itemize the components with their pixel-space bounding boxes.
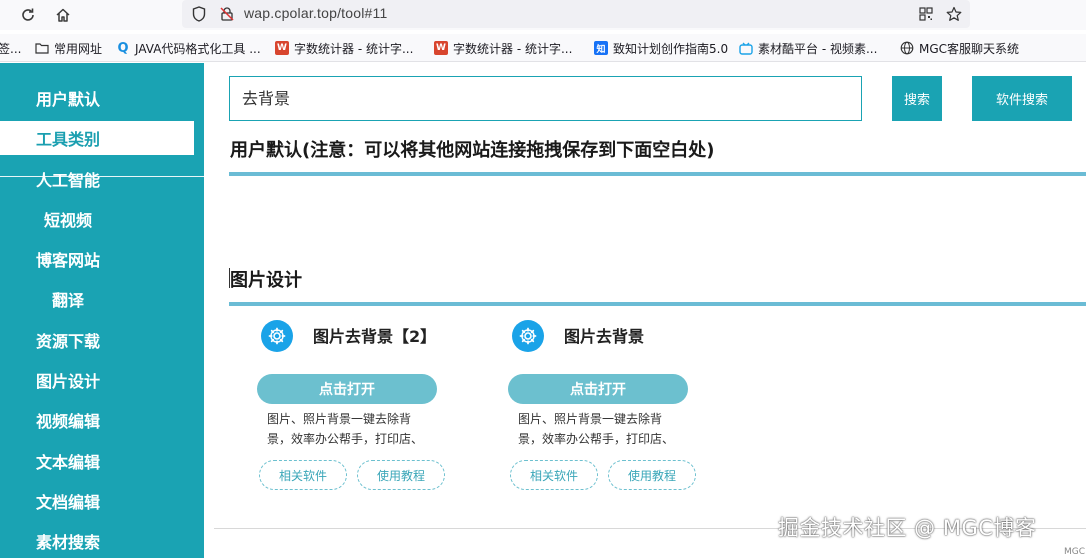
corner-text: MGC — [1064, 547, 1086, 557]
star-icon[interactable] — [945, 5, 963, 23]
sidebar-item-resource-download[interactable]: 资源下载 — [36, 323, 100, 357]
sidebar-item-tool-category[interactable]: 工具类别 — [0, 121, 194, 155]
sidebar-item-user-default[interactable]: 用户默认 — [36, 81, 100, 115]
sidebar-item-ai[interactable]: 人工智能 — [36, 162, 100, 196]
section-divider — [229, 302, 1086, 306]
bookmark-folder[interactable]: 常用网址 — [35, 39, 102, 57]
bookmark-item[interactable]: W 字数统计器 - 统计字... — [434, 39, 572, 57]
card-description: 图片、照片背景一键去除背 景，效率办公帮手，打印店、 — [518, 412, 675, 446]
image-design-section-title: 图片设计 — [230, 270, 302, 291]
bookmarks-bar: 签... 常用网址 Q JAVA代码格式化工具 ... W 字数统计器 - 统计… — [0, 34, 1086, 62]
tv-icon — [739, 41, 753, 55]
card-title[interactable]: 图片去背景【2】 — [313, 323, 436, 347]
open-button[interactable]: 点击打开 — [508, 374, 688, 404]
sidebar-item-material-search[interactable]: 素材搜索 — [36, 524, 100, 558]
shield-icon[interactable] — [190, 5, 208, 23]
globe-icon — [900, 41, 914, 55]
zhihu-logo-icon: 知 — [594, 41, 608, 55]
sidebar: 用户默认 工具类别 人工智能 短视频 博客网站 翻译 资源下载 图片设计 视频编… — [0, 63, 204, 558]
bookmark-item[interactable]: 素材酷平台 - 视频素... — [739, 39, 877, 57]
folder-icon — [35, 41, 49, 55]
section-divider — [229, 172, 1086, 176]
bookmark-item[interactable]: Q JAVA代码格式化工具 ... — [116, 39, 260, 57]
q-logo-icon: Q — [117, 40, 129, 56]
reload-icon[interactable] — [16, 3, 40, 27]
url-text[interactable]: wap.cpolar.top/tool#11 — [244, 5, 387, 21]
related-software-button[interactable]: 相关软件 — [259, 460, 347, 490]
software-search-button[interactable]: 软件搜索 — [972, 76, 1072, 121]
gear-icon — [261, 320, 293, 352]
bookmark-item[interactable]: 知 致知计划创作指南5.0 — [594, 39, 728, 57]
gear-icon — [512, 320, 544, 352]
card-description: 图片、照片背景一键去除背 景，效率办公帮手，打印店、 — [267, 412, 424, 446]
search-button[interactable]: 搜索 — [892, 76, 942, 121]
qr-code-icon[interactable] — [917, 5, 935, 23]
sidebar-item-blog[interactable]: 博客网站 — [36, 242, 100, 276]
tracking-icon[interactable] — [218, 5, 236, 23]
card-title[interactable]: 图片去背景 — [564, 323, 644, 347]
tutorial-button[interactable]: 使用教程 — [357, 460, 445, 490]
sidebar-item-video-edit[interactable]: 视频编辑 — [36, 403, 100, 437]
bookmark-item[interactable]: MGC客服聊天系统 — [900, 39, 1019, 57]
watermark: 掘金技术社区 @ MGC博客 — [778, 516, 1037, 540]
bookmark-item[interactable]: W 字数统计器 - 统计字... — [275, 39, 413, 57]
w-logo-icon: W — [434, 41, 448, 55]
address-bar[interactable]: wap.cpolar.top/tool#11 — [182, 0, 970, 28]
sidebar-item-image-design[interactable]: 图片设计 — [36, 363, 100, 397]
tutorial-button[interactable]: 使用教程 — [608, 460, 696, 490]
open-button[interactable]: 点击打开 — [257, 374, 437, 404]
w-logo-icon: W — [275, 41, 289, 55]
sidebar-item-short-video[interactable]: 短视频 — [44, 202, 92, 236]
sidebar-item-translate[interactable]: 翻译 — [52, 282, 84, 316]
user-default-section-title: 用户默认(注意：可以将其他网站连接拖拽保存到下面空白处) — [230, 140, 715, 161]
browser-toolbar: wap.cpolar.top/tool#11 — [0, 0, 1086, 30]
sidebar-item-doc-edit[interactable]: 文档编辑 — [36, 484, 100, 518]
sidebar-item-text-edit[interactable]: 文本编辑 — [36, 444, 100, 478]
search-input[interactable]: 去背景 — [229, 76, 862, 121]
sidebar-divider — [0, 176, 204, 177]
related-software-button[interactable]: 相关软件 — [510, 460, 598, 490]
home-icon[interactable] — [51, 3, 75, 27]
bookmark-item[interactable]: 签... — [0, 39, 21, 57]
